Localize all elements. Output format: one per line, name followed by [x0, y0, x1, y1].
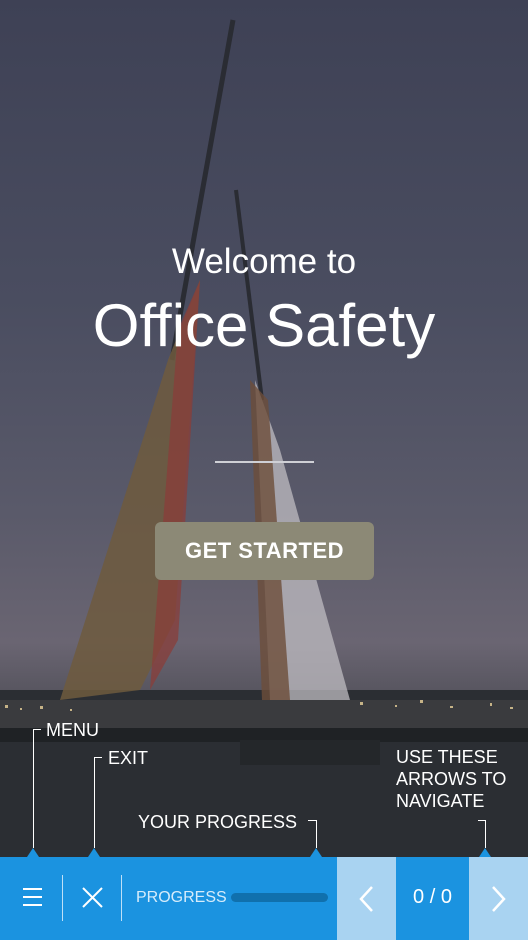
arrows-pointer [479, 848, 491, 857]
progress-pointer [310, 848, 322, 857]
chevron-right-icon [492, 886, 506, 912]
menu-hint-line [33, 729, 34, 848]
arrows-hint-line3: NAVIGATE [396, 791, 485, 811]
hamburger-icon [23, 888, 42, 906]
bottom-nav-bar: PROGRESS 0 / 0 [0, 857, 528, 940]
progress-label: PROGRESS [136, 889, 227, 906]
menu-button[interactable] [0, 857, 62, 940]
arrows-hint-line [485, 820, 486, 848]
exit-hint: EXIT [108, 748, 149, 768]
course-title: Office Safety [92, 292, 436, 359]
previous-button[interactable] [337, 857, 396, 940]
exit-hint-tick [94, 757, 102, 758]
page-counter: 0 / 0 [396, 857, 469, 940]
nav-separator [121, 875, 122, 921]
next-button[interactable] [469, 857, 528, 940]
arrows-hint-line2: ARROWS TO [396, 769, 507, 789]
exit-button[interactable] [64, 857, 121, 940]
exit-pointer [88, 848, 100, 857]
arrows-hint-line1: USE THESE [396, 747, 498, 767]
menu-hint: MENU [46, 720, 99, 740]
progress-hint: YOUR PROGRESS [138, 812, 298, 832]
get-started-button[interactable]: GET STARTED [155, 522, 374, 580]
progress-bar [231, 893, 328, 902]
menu-hint-tick [33, 729, 41, 730]
close-icon [82, 887, 103, 908]
exit-hint-line [94, 757, 95, 848]
nav-separator [62, 875, 63, 921]
title-divider [215, 461, 314, 463]
hero-background: Welcome to Office Safety GET STARTED MEN… [0, 0, 528, 857]
progress-hint-line [316, 820, 317, 848]
menu-pointer [27, 848, 39, 857]
arrows-hint: USE THESE ARROWS TO NAVIGATE [396, 746, 506, 812]
welcome-text: Welcome to [171, 242, 357, 281]
chevron-left-icon [359, 886, 373, 912]
